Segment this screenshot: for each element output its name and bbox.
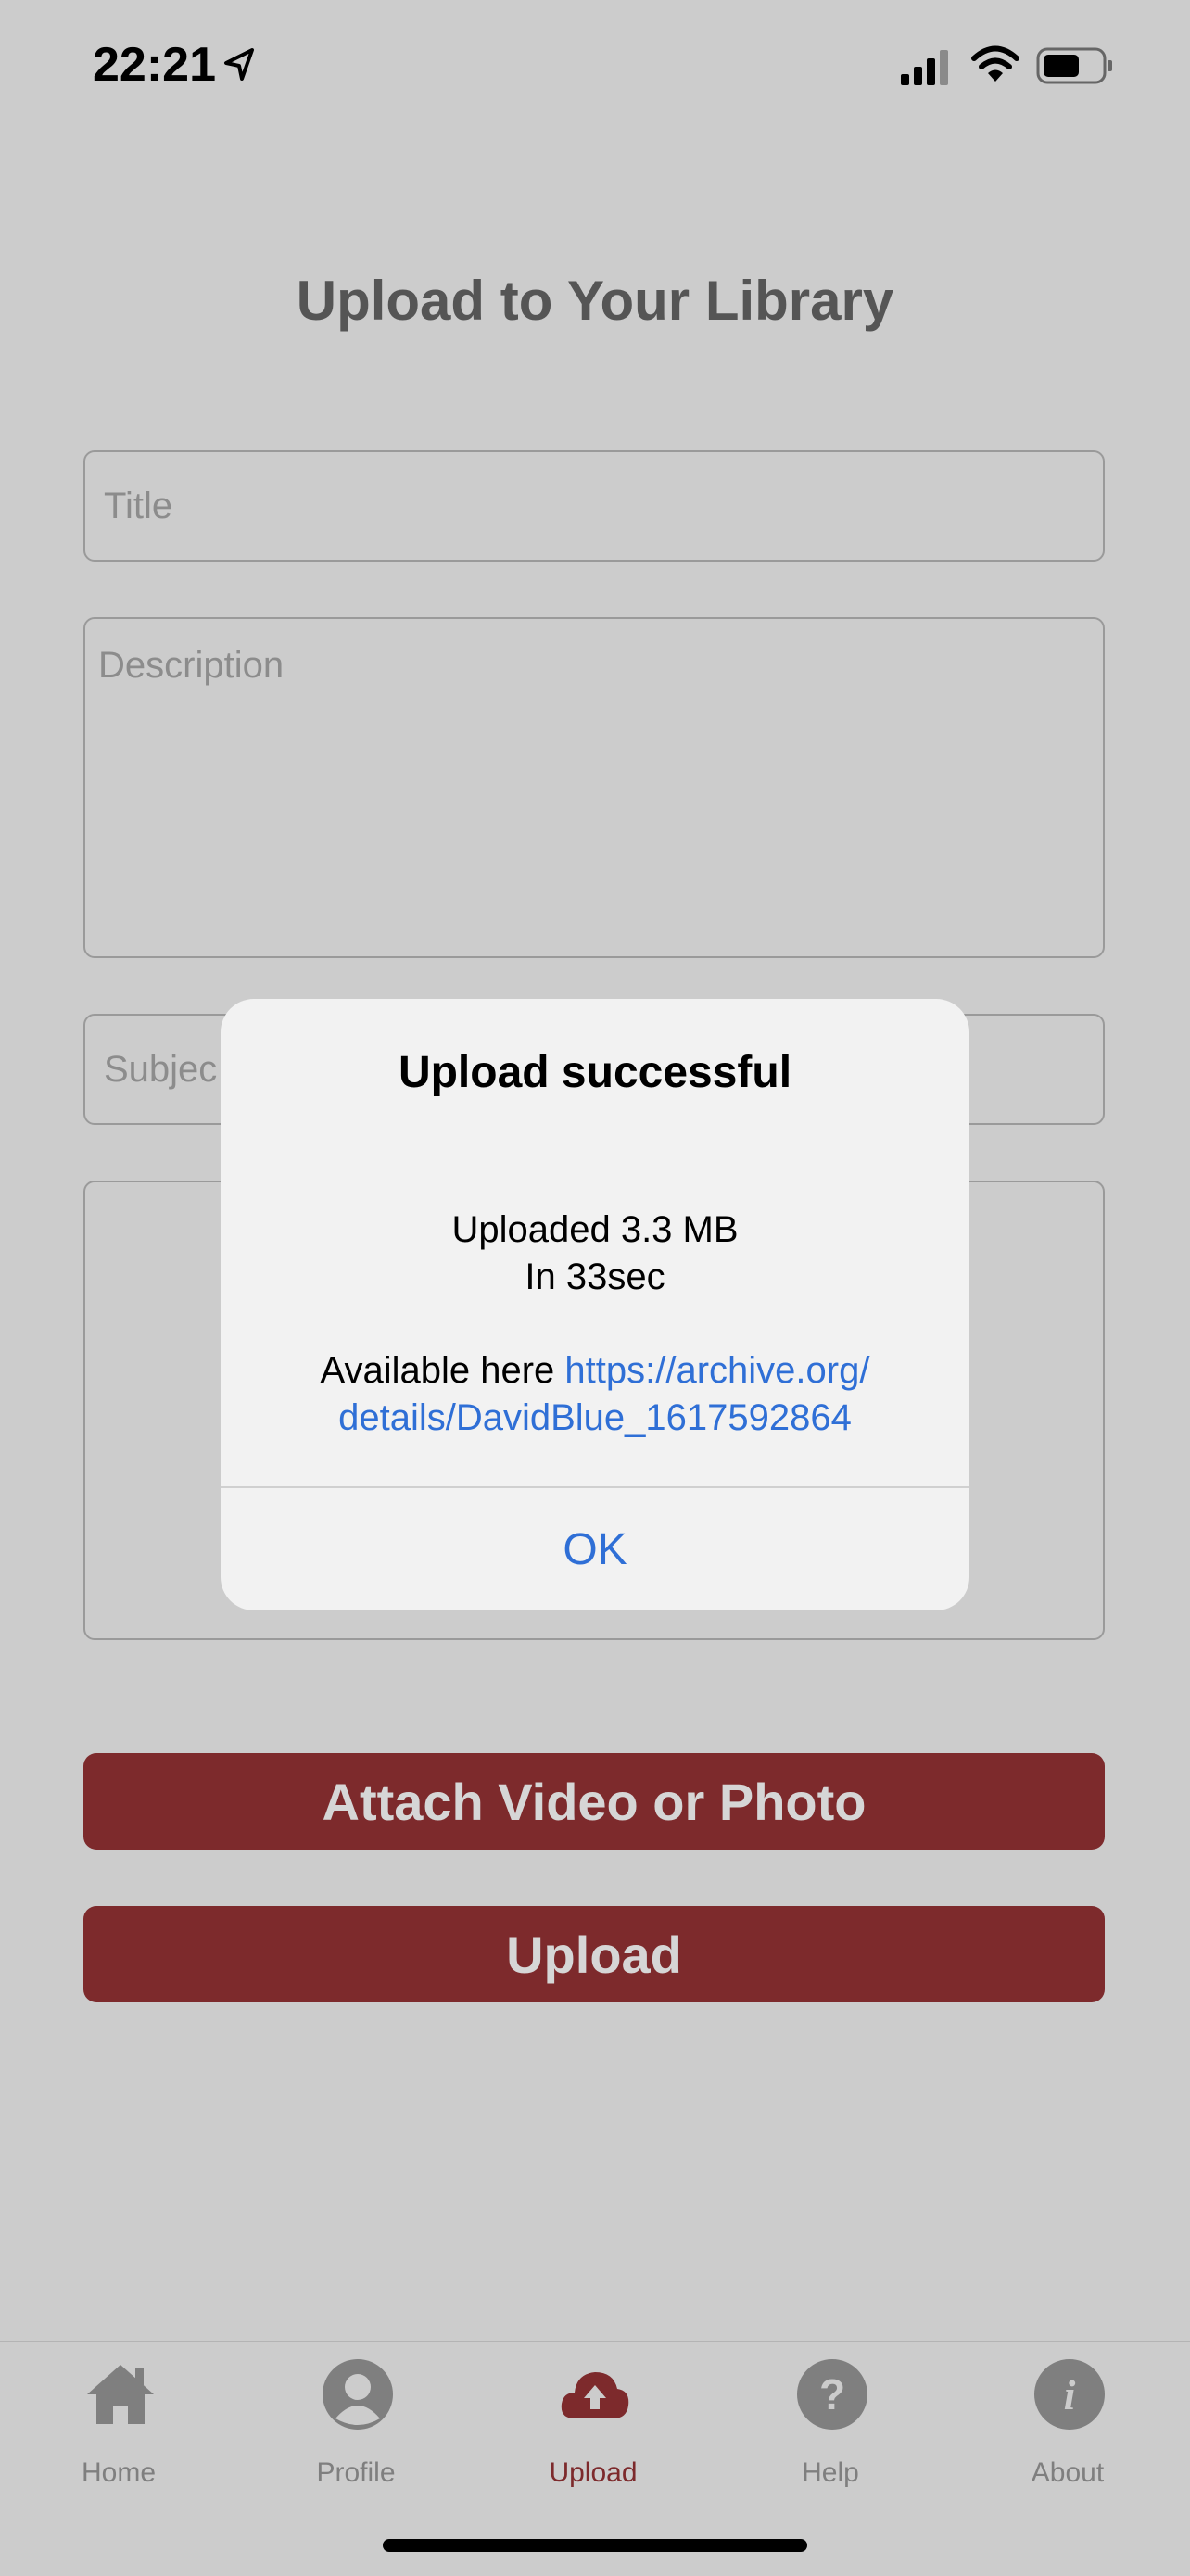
- tab-help[interactable]: ? Help: [712, 2342, 949, 2509]
- page-title: Upload to Your Library: [296, 270, 894, 332]
- tab-upload-label: Upload: [549, 2457, 638, 2488]
- cellular-signal-icon: [901, 50, 948, 85]
- title-placeholder: Title: [104, 486, 173, 526]
- upload-size-text: Uploaded 3.3 MB: [451, 1209, 739, 1250]
- battery-icon: [1036, 47, 1112, 84]
- status-time: 22:21: [93, 38, 216, 92]
- ok-button[interactable]: OK: [221, 1488, 969, 1610]
- available-line: Available here https://archive.org/: [258, 1347, 932, 1395]
- svg-text:i: i: [1064, 2371, 1076, 2418]
- description-input[interactable]: Description: [83, 617, 1105, 958]
- tab-profile[interactable]: Profile: [237, 2342, 475, 2509]
- archive-link-part2[interactable]: details/DavidBlue_1617592864: [338, 1397, 852, 1438]
- location-arrow-icon: [224, 48, 254, 81]
- tab-help-label: Help: [802, 2457, 859, 2488]
- tab-profile-label: Profile: [316, 2457, 396, 2488]
- upload-button[interactable]: Upload: [83, 1906, 1105, 2002]
- dialog-message: Uploaded 3.3 MB In 33sec Available here …: [258, 1206, 932, 1442]
- subject-placeholder: Subjec: [104, 1049, 218, 1090]
- attach-media-button[interactable]: Attach Video or Photo: [83, 1753, 1105, 1850]
- home-icon: [87, 2365, 154, 2424]
- help-icon: ?: [797, 2359, 867, 2430]
- wifi-icon: [971, 45, 1019, 82]
- tab-upload[interactable]: Upload: [475, 2342, 712, 2509]
- available-prefix: Available here: [320, 1350, 565, 1391]
- status-bar: 22:21: [0, 0, 1190, 139]
- title-input[interactable]: Title: [83, 450, 1105, 562]
- tab-home-label: Home: [81, 2457, 157, 2488]
- svg-text:?: ?: [819, 2370, 845, 2418]
- upload-time-text: In 33sec: [525, 1256, 665, 1297]
- home-indicator[interactable]: [383, 2539, 807, 2552]
- tab-about[interactable]: i About: [949, 2342, 1186, 2509]
- archive-link-part1[interactable]: https://archive.org/: [564, 1350, 869, 1391]
- cloud-upload-icon: [561, 2372, 629, 2418]
- tab-home[interactable]: Home: [0, 2342, 237, 2509]
- upload-success-dialog: Upload successful Uploaded 3.3 MB In 33s…: [221, 999, 969, 1610]
- info-icon: i: [1034, 2359, 1105, 2430]
- profile-icon: [323, 2359, 393, 2430]
- tab-about-label: About: [1031, 2457, 1105, 2488]
- description-placeholder: Description: [98, 645, 285, 686]
- dialog-title: Upload successful: [398, 1048, 792, 1097]
